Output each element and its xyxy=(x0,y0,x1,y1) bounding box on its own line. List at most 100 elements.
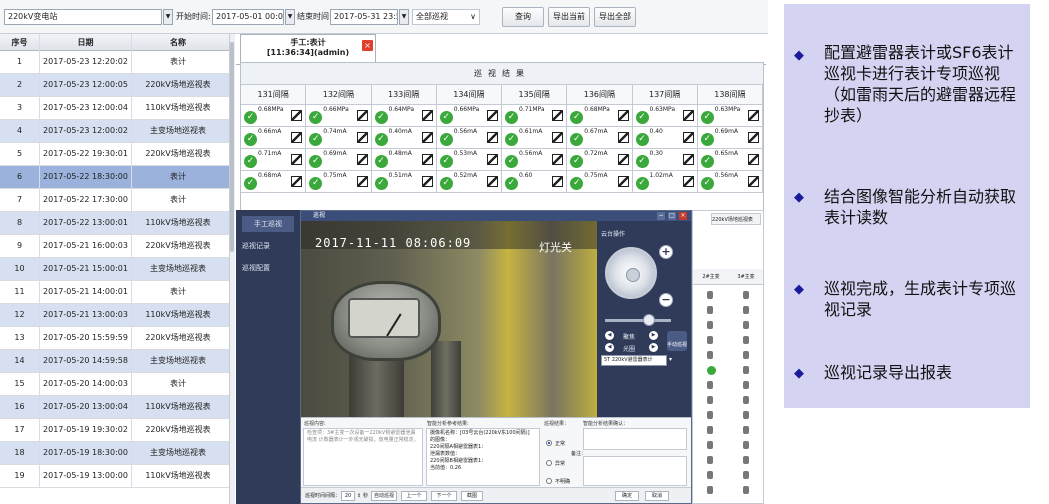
image-icon[interactable] xyxy=(291,110,303,121)
close-icon[interactable]: × xyxy=(679,212,687,220)
image-icon[interactable] xyxy=(748,154,759,165)
side-item-patrol-record[interactable]: 巡视记录 xyxy=(242,238,294,254)
grid-cell[interactable]: ✓ 0.72mA xyxy=(567,149,633,171)
cancel-button[interactable]: 取消 xyxy=(645,491,669,501)
table-row[interactable]: 4 2017-05-23 12:00:02 主变场地巡视表 xyxy=(0,120,230,143)
scrollbar-thumb[interactable] xyxy=(230,42,234,252)
speed-slider[interactable] xyxy=(605,319,671,322)
ok-button[interactable]: 确定 xyxy=(615,491,639,501)
image-icon[interactable] xyxy=(748,176,759,187)
grid-cell[interactable]: ✓ 0.66MPa xyxy=(436,105,502,127)
chevron-down-icon[interactable]: ▾ xyxy=(669,356,672,363)
grid-cell[interactable]: ✓ 0.67mA xyxy=(567,127,633,149)
image-icon[interactable] xyxy=(421,110,433,121)
grid-cell[interactable]: ✓ 0.56mA xyxy=(697,171,763,193)
station-select[interactable]: 220kV变电站 xyxy=(4,9,162,25)
image-icon[interactable] xyxy=(617,154,629,165)
prev-button[interactable]: 上一个 xyxy=(401,491,427,501)
next-button[interactable]: 下一个 xyxy=(431,491,457,501)
iris-minus-icon[interactable]: ◀ xyxy=(605,343,614,352)
image-icon[interactable] xyxy=(356,110,368,121)
image-icon[interactable] xyxy=(421,154,433,165)
image-icon[interactable] xyxy=(682,110,694,121)
query-button[interactable]: 查询 xyxy=(502,7,544,27)
grid-cell[interactable]: ✓ 0.65mA xyxy=(697,149,763,171)
table-row[interactable]: 3 2017-05-23 12:00:04 110kV场地巡视表 xyxy=(0,97,230,120)
image-icon[interactable] xyxy=(356,132,368,143)
image-icon[interactable] xyxy=(291,132,303,143)
image-icon[interactable] xyxy=(291,154,303,165)
image-icon[interactable] xyxy=(552,132,564,143)
grid-cell[interactable]: ✓ 0.66mA xyxy=(241,127,307,149)
ptz-center-button[interactable] xyxy=(626,268,640,282)
grid-cell[interactable]: ✓ 0.40mA xyxy=(371,127,437,149)
zoom-in-icon[interactable]: + xyxy=(659,245,673,259)
grid-cell[interactable]: ✓ 0.64MPa xyxy=(371,105,437,127)
table-row[interactable]: 16 2017-05-20 13:00:04 110kV场地巡视表 xyxy=(0,396,230,419)
interval-stepper-icon[interactable]: ⇕ xyxy=(357,491,361,501)
image-icon[interactable] xyxy=(617,132,629,143)
grid-cell[interactable]: ✓ 0.63MPa xyxy=(697,105,763,127)
image-icon[interactable] xyxy=(552,154,564,165)
grid-cell[interactable]: ✓ 0.69mA xyxy=(697,127,763,149)
table-row[interactable]: 9 2017-05-21 16:00:03 220kV场地巡视表 xyxy=(0,235,230,258)
image-icon[interactable] xyxy=(748,110,759,121)
grid-cell[interactable]: ✓ 0.68MPa xyxy=(241,105,307,127)
image-icon[interactable] xyxy=(291,176,303,187)
table-row[interactable]: 7 2017-05-22 17:30:00 表计 xyxy=(0,189,230,212)
grid-cell[interactable]: ✓ 0.69mA xyxy=(306,149,372,171)
focus-plus-icon[interactable]: ▶ xyxy=(649,331,658,340)
close-icon[interactable]: × xyxy=(362,40,373,51)
chevron-down-icon[interactable]: ▼ xyxy=(399,9,409,25)
interval-input[interactable]: 20 xyxy=(341,491,355,501)
table-row[interactable]: 19 2017-05-19 13:00:00 110kV场地巡视表 xyxy=(0,465,230,488)
table-row[interactable]: 5 2017-05-22 19:30:01 220kV场地巡视表 xyxy=(0,143,230,166)
auto-patrol-button[interactable]: 自动巡视 xyxy=(371,491,397,501)
grid-cell[interactable]: ✓ 0.71mA xyxy=(241,149,307,171)
iris-plus-icon[interactable]: ▶ xyxy=(649,343,658,352)
side-item-manual-patrol[interactable]: 手工巡视 xyxy=(242,216,294,232)
export-all-button[interactable]: 导出全部 xyxy=(594,7,636,27)
image-icon[interactable] xyxy=(421,176,433,187)
tab-220kv-patrol[interactable]: 220kV场地巡视表 xyxy=(711,213,761,225)
confirm-input[interactable] xyxy=(583,428,687,450)
table-row[interactable]: 8 2017-05-22 13:00:01 110kV场地巡视表 xyxy=(0,212,230,235)
image-icon[interactable] xyxy=(487,176,498,187)
ptz-direction-pad[interactable] xyxy=(605,247,657,299)
zoom-out-icon[interactable]: − xyxy=(659,293,673,307)
grid-cell[interactable]: ✓ 0.56mA xyxy=(436,127,502,149)
tab-meter-patrol[interactable]: 手工:表计 [11:36:34](admin) xyxy=(240,34,376,64)
patrol-type-select[interactable]: 全部巡视 ∨ xyxy=(412,9,480,25)
image-icon[interactable] xyxy=(682,176,694,187)
grid-cell[interactable]: ✓ 0.60 xyxy=(502,171,568,193)
image-icon[interactable] xyxy=(487,110,498,121)
image-icon[interactable] xyxy=(356,176,368,187)
result-abnormal-radio[interactable] xyxy=(546,460,552,466)
focus-minus-icon[interactable]: ◀ xyxy=(605,331,614,340)
image-icon[interactable] xyxy=(617,110,629,121)
image-icon[interactable] xyxy=(421,132,433,143)
table-row[interactable]: 6 2017-05-22 18:30:00 表计 xyxy=(0,166,230,189)
maximize-icon[interactable]: □ xyxy=(668,212,676,220)
table-row[interactable]: 11 2017-05-21 14:00:01 表计 xyxy=(0,281,230,304)
result-normal-radio[interactable] xyxy=(546,440,552,446)
grid-cell[interactable]: ✓ 0.75mA xyxy=(567,171,633,193)
hand-icon[interactable]: 手动巡视 xyxy=(667,331,687,351)
start-time-input[interactable]: 2017-05-01 00:00:00 xyxy=(212,9,284,25)
analysis-text[interactable]: 摄像机名称：[03号云台(220kV东100间隔)] 的图像： 220间隔A相避… xyxy=(426,428,540,486)
image-icon[interactable] xyxy=(552,110,564,121)
image-icon[interactable] xyxy=(356,154,368,165)
table-row[interactable]: 12 2017-05-21 13:00:03 110kV场地巡视表 xyxy=(0,304,230,327)
grid-cell[interactable]: ✓ 1.02mA xyxy=(632,171,698,193)
image-icon[interactable] xyxy=(552,176,564,187)
remark-input[interactable] xyxy=(583,456,687,486)
table-row[interactable]: 18 2017-05-19 18:30:00 主变场地巡视表 xyxy=(0,442,230,465)
image-icon[interactable] xyxy=(487,132,498,143)
grid-cell[interactable]: ✓ 0.53mA xyxy=(436,149,502,171)
chevron-down-icon[interactable]: ▼ xyxy=(163,9,173,25)
image-icon[interactable] xyxy=(682,154,694,165)
grid-cell[interactable]: ✓ 0.48mA xyxy=(371,149,437,171)
grid-cell[interactable]: ✓ 0.75mA xyxy=(306,171,372,193)
content-text[interactable]: 检查项：3#主变一次设备一220kV侧避雷器泄漏电流 计数器表计一外观无破损，放… xyxy=(303,428,423,486)
table-row[interactable]: 14 2017-05-20 14:59:58 主变场地巡视表 xyxy=(0,350,230,373)
